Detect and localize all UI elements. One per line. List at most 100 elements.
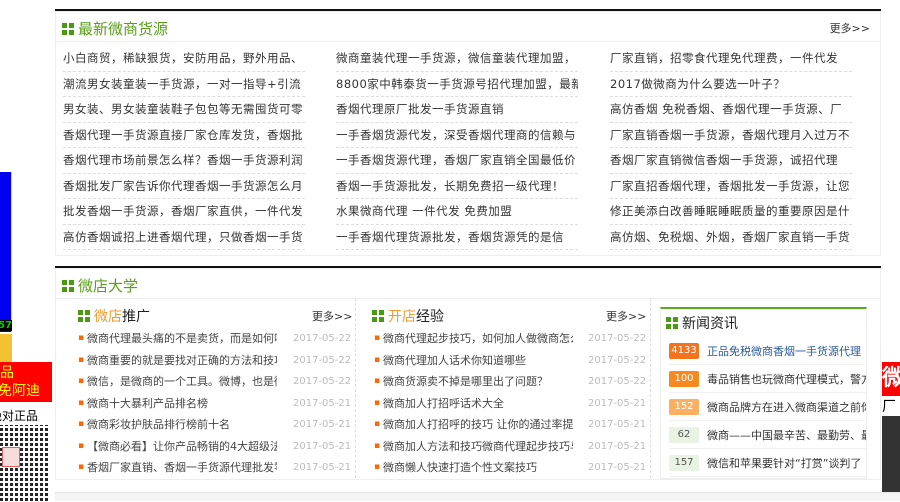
panel-title: 开店 经验 <box>372 306 444 326</box>
article-title: 微商彩妆护肤品排行榜前十名 <box>87 418 230 431</box>
article-date: 2017-05-21 <box>588 462 647 473</box>
list-item[interactable]: 男女装、男女装童装鞋子包包等无需囤货可零 <box>63 97 305 123</box>
article-title: 微信，是微商的一个工具。微博，也是微 <box>87 375 277 388</box>
bullet-icon: ▪ <box>374 354 381 365</box>
article-item[interactable]: ▪ 微商加人方法和技巧微商代理起步技巧与 2017-05-21 <box>374 436 646 458</box>
article-date: 2017-05-22 <box>588 333 647 344</box>
news-title: 微商——中国最辛苦、最勤劳、最 <box>707 428 866 442</box>
list-item[interactable]: 香烟代理一手货源直接厂家仓库发货，香烟批 <box>63 123 305 148</box>
list-item[interactable]: 高仿香烟 免税香烟、香烟代理一手货源、厂 <box>610 97 852 123</box>
list-item[interactable]: 香烟代理原厂批发一手货源直销 <box>336 97 578 123</box>
article-item[interactable]: ▪ 微商加人打招呼话术大全 2017-05-21 <box>374 393 646 415</box>
list-item[interactable]: 厂家直招香烟代理，香烟批发一手货源，让您 <box>610 174 852 199</box>
news-item[interactable]: 62 微商——中国最辛苦、最勤劳、最 <box>669 421 866 449</box>
article-title: 微商懒人快速打造个性文案技巧 <box>383 461 537 474</box>
list-item[interactable]: 8800家中韩泰货一手货源号招代理加盟，最新 <box>336 72 578 97</box>
article-title: 微商十大暴利产品排名榜 <box>87 396 208 410</box>
left-ad-banner[interactable]: 品 免阿迪 <box>0 362 52 402</box>
list-item[interactable]: 厂家直销香烟一手货源，香烟代理月入过万不 <box>610 123 852 148</box>
grid-icon <box>666 317 678 329</box>
view-count-badge: 157 <box>669 454 699 471</box>
list-item[interactable]: 小白商贸，稀缺狠货，安防用品，野外用品、 <box>63 46 305 72</box>
news-panel: 新闻资讯 4133 正品免税微商香烟一手货源代理 100 毒品销售也玩微商代理模式，警… <box>660 307 867 479</box>
list-item[interactable]: 水果微商代理 一件代发 免费加盟 <box>336 199 578 225</box>
bullet-icon: ▪ <box>374 333 381 343</box>
article-date: 2017-05-22 <box>293 354 352 366</box>
list-item[interactable]: 一手香烟代理货源批发，香烟货源凭的是信 <box>336 225 578 250</box>
experience-panel: 开店 经验 更多>> ▪ 微商代理起步技巧，如何加人做微商怎么 2017-05-22 ▪… <box>362 298 651 478</box>
view-count-badge: 152 <box>669 398 699 415</box>
article-item[interactable]: ▪ 微商代理最头痛的不是卖货，而是如何吸 2017-05-22 <box>78 328 351 350</box>
bullet-icon: ▪ <box>78 440 85 451</box>
article-item[interactable]: ▪ 微商重要的就是要找对正确的方法和技巧 2017-05-22 <box>78 350 351 372</box>
bullet-icon: ▪ <box>374 397 381 408</box>
list-item[interactable]: 一手香烟货源代理，香烟厂家直销全国最低价 <box>336 148 578 174</box>
right-ad[interactable]: 微 厂 <box>882 362 900 501</box>
article-date: 2017-05-21 <box>588 419 647 430</box>
article-date: 2017-05-21 <box>293 397 352 409</box>
list-item[interactable]: 微商童装代理一手货源，微信童装代理加盟， <box>336 46 578 72</box>
bullet-icon: ▪ <box>78 376 85 386</box>
article-item[interactable]: ▪ 微商彩妆护肤品排行榜前十名 2017-05-21 <box>78 414 351 436</box>
article-title: 微商代理最头痛的不是卖货，而是如何吸 <box>87 332 277 345</box>
list-item[interactable]: 香烟代理市场前景怎么样？香烟一手货源利润 <box>63 148 305 174</box>
article-title: 微商代理加人话术你知道哪些 <box>383 353 526 367</box>
more-link[interactable]: 更多>> <box>606 308 646 324</box>
article-item[interactable]: ▪ 【微商必看】让你产品畅销的4大超级法 2017-05-21 <box>78 436 351 458</box>
ad-line2: 免阿迪 <box>0 383 40 399</box>
promotion-panel: 微店 推广 更多>> ▪ 微商代理最头痛的不是卖货，而是如何吸 2017-05-22 ▪… <box>62 298 356 478</box>
article-date: 2017-05-21 <box>293 440 352 452</box>
article-date: 2017-05-21 <box>588 397 647 409</box>
list-item[interactable]: 厂家直销，招零食代理免代理费，一件代发 <box>610 46 852 72</box>
article-item[interactable]: ▪ 微商加人打招呼的技巧 让你的通过率提 2017-05-21 <box>374 414 646 436</box>
article-item[interactable]: ▪ 微信，是微商的一个工具。微博，也是微 2017-05-22 <box>78 371 351 393</box>
grid-icon <box>372 310 384 322</box>
list-item[interactable]: 高仿烟、免税烟、外烟，香烟厂家直销一手货 <box>610 225 852 250</box>
list-item[interactable]: 潮流男女装童装一手货源，一对一指导+引流 <box>63 72 305 97</box>
more-link[interactable]: 更多>> <box>830 20 870 36</box>
ad-caption: 绝对正品 <box>0 409 39 423</box>
list-item[interactable]: 批发香烟一手货源，香烟厂家直供，一件代发 <box>63 199 305 225</box>
bullet-icon: ▪ <box>374 462 381 472</box>
news-item[interactable]: 4133 正品免税微商香烟一手货源代理 <box>669 337 866 365</box>
bullet-icon: ▪ <box>78 354 85 365</box>
news-item[interactable]: 100 毒品销售也玩微商代理模式，警方 <box>669 365 866 393</box>
article-item[interactable]: ▪ 香烟厂家直销、香烟一手货源代理批发零 2017-05-21 <box>78 457 351 479</box>
view-count-badge: 62 <box>669 426 699 443</box>
article-item[interactable]: ▪ 微商货源卖不掉是哪里出了问题？ 2017-05-22 <box>374 371 646 393</box>
bullet-icon: ▪ <box>374 419 381 429</box>
article-title: 微商加人打招呼话术大全 <box>383 396 504 410</box>
news-item[interactable]: 157 微信和苹果要针对“打赏”谈判了 <box>669 449 866 477</box>
article-item[interactable]: ▪ 微商懒人快速打造个性文案技巧 2017-05-21 <box>374 457 646 479</box>
article-item[interactable]: ▪ 微商代理加人话术你知道哪些 2017-05-22 <box>374 350 646 372</box>
list-item[interactable]: 香烟厂家直销微信香烟一手货源，诚招代理 <box>610 148 852 174</box>
article-title: 微商重要的就是要找对正确的方法和技巧 <box>87 353 277 367</box>
list-item[interactable]: 香烟一手货源批发，长期免费招一级代理！ <box>336 174 578 199</box>
view-count-badge: 4133 <box>669 342 699 359</box>
news-title: 毒品销售也玩微商代理模式，警方 <box>707 372 866 386</box>
ad-big-char: 微 <box>882 362 900 396</box>
view-count-badge: 100 <box>669 370 699 387</box>
list-item[interactable]: 高仿香烟诚招上进香烟代理，只做香烟一手货 <box>63 225 305 250</box>
news-item[interactable]: 152 微商品牌方在进入微商渠道之前你 <box>669 393 866 421</box>
article-title: 微商代理起步技巧，如何加人做微商怎么 <box>383 332 573 345</box>
ad-line1: 品 <box>0 365 14 381</box>
list-item[interactable]: 香烟批发厂家告诉你代理香烟一手货源怎么月 <box>63 174 305 199</box>
list-item[interactable]: 修正美添白改善睡眠睡眠质量的重要原因是什 <box>610 199 852 225</box>
article-item[interactable]: ▪ 微商十大暴利产品排名榜 2017-05-21 <box>78 393 351 415</box>
list-item[interactable]: 2017做微商为什么要选一叶子？ <box>610 72 852 97</box>
article-item[interactable]: ▪ 微商代理起步技巧，如何加人做微商怎么 2017-05-22 <box>374 328 646 350</box>
ad-small-char: 厂 <box>882 399 896 415</box>
article-title: 香烟厂家直销、香烟一手货源代理批发零 <box>87 461 277 474</box>
article-date: 2017-05-22 <box>293 376 352 387</box>
bullet-icon: ▪ <box>374 376 381 386</box>
article-title: 微商加人方法和技巧微商代理起步技巧与 <box>383 439 573 453</box>
more-link[interactable]: 更多>> <box>312 308 352 324</box>
list-item[interactable]: 一手香烟货源代发，深受香烟代理商的信赖与 <box>336 123 578 148</box>
bullet-icon: ▪ <box>374 440 381 451</box>
news-title: 微商品牌方在进入微商渠道之前你 <box>707 400 866 414</box>
news-title: 微信和苹果要针对“打赏”谈判了 <box>707 456 862 470</box>
section-title: 微店大学 <box>62 275 138 296</box>
ad-number: 57 <box>0 320 12 331</box>
grid-icon <box>62 22 74 35</box>
